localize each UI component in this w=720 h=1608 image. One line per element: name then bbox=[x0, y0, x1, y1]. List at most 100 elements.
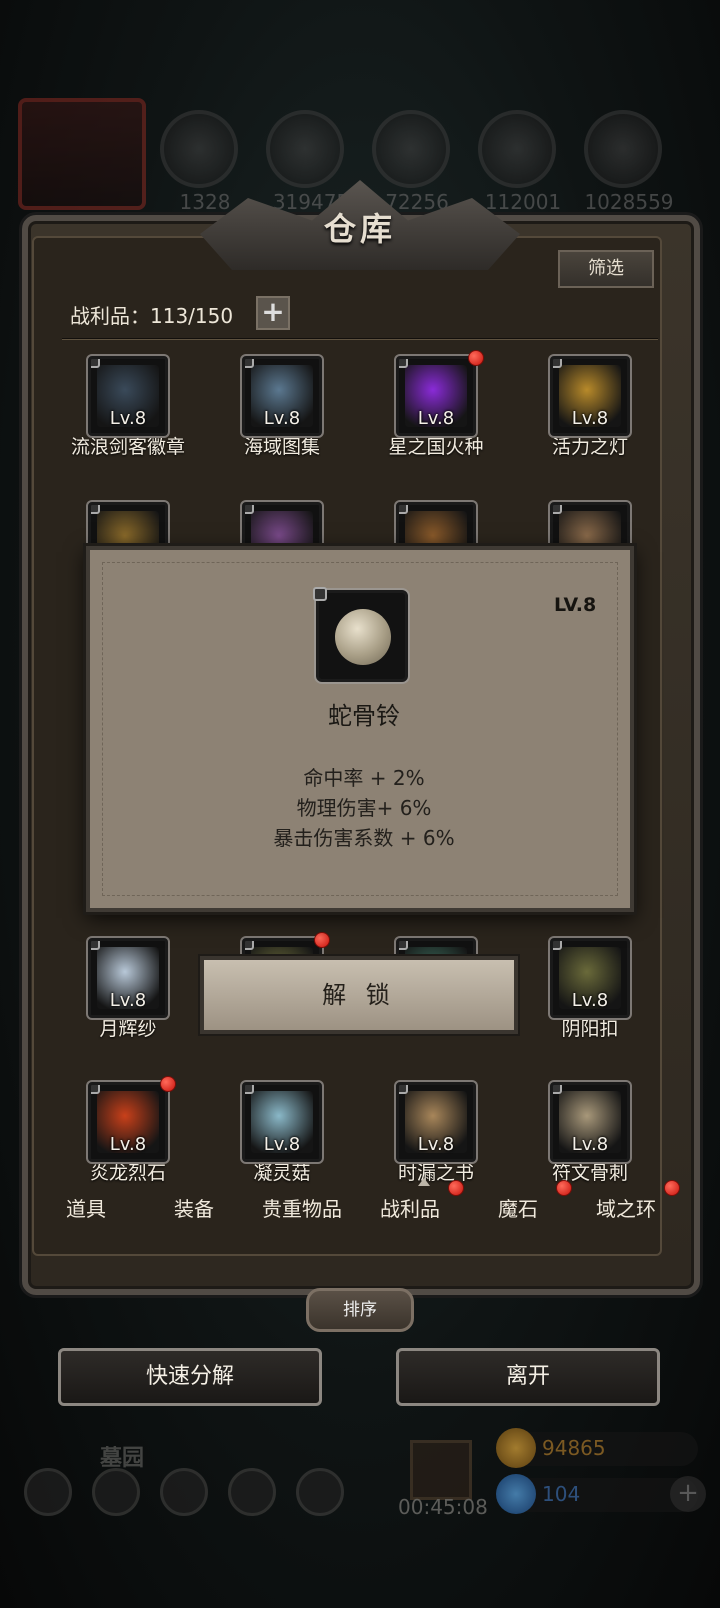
item-level: Lv.8 bbox=[571, 1134, 609, 1155]
inventory-item[interactable]: Lv.8 流浪剑客徽章 bbox=[58, 356, 198, 459]
menu-icon[interactable] bbox=[24, 1468, 72, 1516]
inventory-item[interactable]: Lv.8 星之国火种 bbox=[366, 350, 506, 459]
game-screen: 1328 319475 72256 112001 1028559 仓库 筛选 战… bbox=[0, 0, 720, 1608]
notification-dot bbox=[664, 1180, 680, 1196]
item-slot: Lv.8 bbox=[550, 356, 630, 436]
wood-icon bbox=[266, 110, 344, 188]
tab-label: 战利品 bbox=[380, 1197, 440, 1221]
item-level: Lv.8 bbox=[109, 990, 147, 1011]
inventory-item[interactable]: Lv.8 阴阳扣 bbox=[520, 938, 660, 1041]
lock-icon bbox=[245, 505, 254, 514]
tab-label: 道具 bbox=[66, 1197, 106, 1221]
expand-capacity-button[interactable]: + bbox=[256, 296, 290, 330]
item-stat: 命中率 + 2% bbox=[303, 766, 425, 790]
tab-items[interactable]: 道具 bbox=[32, 1178, 140, 1240]
tab-label: 贵重物品 bbox=[262, 1197, 342, 1221]
stone-icon bbox=[372, 110, 450, 188]
menu-icon[interactable] bbox=[228, 1468, 276, 1516]
item-name: 海域图集 bbox=[243, 436, 320, 458]
item-level: Lv.8 bbox=[109, 408, 147, 429]
item-name: 流浪剑客徽章 bbox=[70, 436, 185, 458]
item-name: 活力之灯 bbox=[551, 436, 628, 458]
gem-value: 104 bbox=[542, 1482, 581, 1506]
gold-value: 94865 bbox=[542, 1436, 606, 1460]
sort-button[interactable]: 排序 bbox=[306, 1288, 414, 1332]
lock-icon bbox=[399, 941, 408, 950]
tab-equipment[interactable]: 装备 bbox=[140, 1178, 248, 1240]
filter-button[interactable]: 筛选 bbox=[558, 250, 654, 288]
item-slot: Lv.8 bbox=[242, 356, 322, 436]
item-level: LV.8 bbox=[554, 594, 597, 616]
inventory-item[interactable]: Lv.8 活力之灯 bbox=[520, 356, 660, 459]
item-level: Lv.8 bbox=[263, 408, 301, 429]
item-slot: Lv.8 bbox=[550, 1082, 630, 1162]
quick-decompose-button[interactable]: 快速分解 bbox=[58, 1348, 322, 1406]
gem-icon bbox=[496, 1474, 536, 1514]
page-title: 仓库 bbox=[323, 210, 396, 248]
item-stat: 暴击伤害系数 + 6% bbox=[273, 826, 455, 850]
gift-icon[interactable] bbox=[410, 1440, 472, 1500]
inventory-item[interactable]: Lv.8 月辉纱 bbox=[58, 938, 198, 1041]
item-detail-popup: LV.8 蛇骨铃 命中率 + 2% 物理伤害+ 6% 暴击伤害系数 + 6% bbox=[86, 546, 634, 912]
location-label: 墓园 bbox=[100, 1446, 145, 1471]
lock-icon bbox=[91, 1085, 100, 1094]
inventory-item[interactable]: Lv.8 海域图集 bbox=[212, 356, 352, 459]
iron-icon bbox=[584, 110, 662, 188]
lock-icon bbox=[399, 1085, 408, 1094]
add-currency-button[interactable]: + bbox=[670, 1476, 706, 1512]
menu-icon[interactable] bbox=[160, 1468, 208, 1516]
category-tabs: 道具 装备 贵重物品 战利品 魔石 域之环 bbox=[32, 1178, 688, 1240]
lock-icon bbox=[91, 941, 100, 950]
item-slot bbox=[313, 587, 408, 682]
item-slot: Lv.8 bbox=[242, 1082, 322, 1162]
leave-button[interactable]: 离开 bbox=[396, 1348, 660, 1406]
divider bbox=[62, 338, 658, 340]
item-level: Lv.8 bbox=[417, 1134, 455, 1155]
lock-icon bbox=[245, 1085, 254, 1094]
item-name: 蛇骨铃 bbox=[328, 702, 400, 730]
lock-icon bbox=[91, 359, 100, 368]
inventory-item[interactable]: Lv.8 炎龙烈石 bbox=[58, 1076, 198, 1185]
lock-icon bbox=[553, 941, 562, 950]
inventory-item[interactable]: Lv.8 凝灵菇 bbox=[212, 1082, 352, 1185]
tab-valuables[interactable]: 贵重物品 bbox=[248, 1178, 356, 1240]
menu-icon[interactable] bbox=[92, 1468, 140, 1516]
notification-dot bbox=[468, 350, 484, 366]
unlock-button[interactable]: 解 锁 bbox=[200, 956, 518, 1034]
lock-icon bbox=[313, 587, 327, 601]
tab-label: 装备 bbox=[174, 1197, 214, 1221]
tab-loot[interactable]: 战利品 bbox=[356, 1178, 464, 1240]
crystal-icon bbox=[478, 110, 556, 188]
item-slot: Lv.8 bbox=[88, 938, 168, 1018]
inventory-item[interactable]: Lv.8 符文骨刺 bbox=[520, 1082, 660, 1185]
item-slot: Lv.8 bbox=[396, 1082, 476, 1162]
item-level: Lv.8 bbox=[571, 990, 609, 1011]
ore-icon bbox=[160, 110, 238, 188]
lock-icon bbox=[553, 359, 562, 368]
loot-capacity: 战利品：113/150 bbox=[70, 304, 234, 328]
item-slot: Lv.8 bbox=[88, 1082, 168, 1162]
item-level: Lv.8 bbox=[417, 408, 455, 429]
tab-magic-stones[interactable]: 魔石 bbox=[464, 1178, 572, 1240]
item-name: 月辉纱 bbox=[99, 1018, 157, 1040]
player-portrait[interactable] bbox=[18, 98, 146, 210]
item-slot: Lv.8 bbox=[396, 356, 476, 436]
notification-dot bbox=[556, 1180, 572, 1196]
menu-icon[interactable] bbox=[296, 1468, 344, 1516]
inventory-item[interactable]: Lv.8 时漏之书 bbox=[366, 1082, 506, 1185]
tab-label: 域之环 bbox=[596, 1197, 656, 1221]
lock-icon bbox=[399, 505, 408, 514]
lock-icon bbox=[399, 359, 408, 368]
lock-icon bbox=[245, 941, 254, 950]
notification-dot bbox=[448, 1180, 464, 1196]
notification-dot bbox=[160, 1076, 176, 1092]
item-level: Lv.8 bbox=[263, 1134, 301, 1155]
gift-timer: 00:45:08 bbox=[398, 1495, 488, 1519]
lock-icon bbox=[553, 505, 562, 514]
lock-icon bbox=[245, 359, 254, 368]
lock-icon bbox=[91, 505, 100, 514]
lock-icon bbox=[553, 1085, 562, 1094]
tab-domain-rings[interactable]: 域之环 bbox=[572, 1178, 680, 1240]
item-slot: Lv.8 bbox=[88, 356, 168, 436]
item-level: Lv.8 bbox=[109, 1134, 147, 1155]
